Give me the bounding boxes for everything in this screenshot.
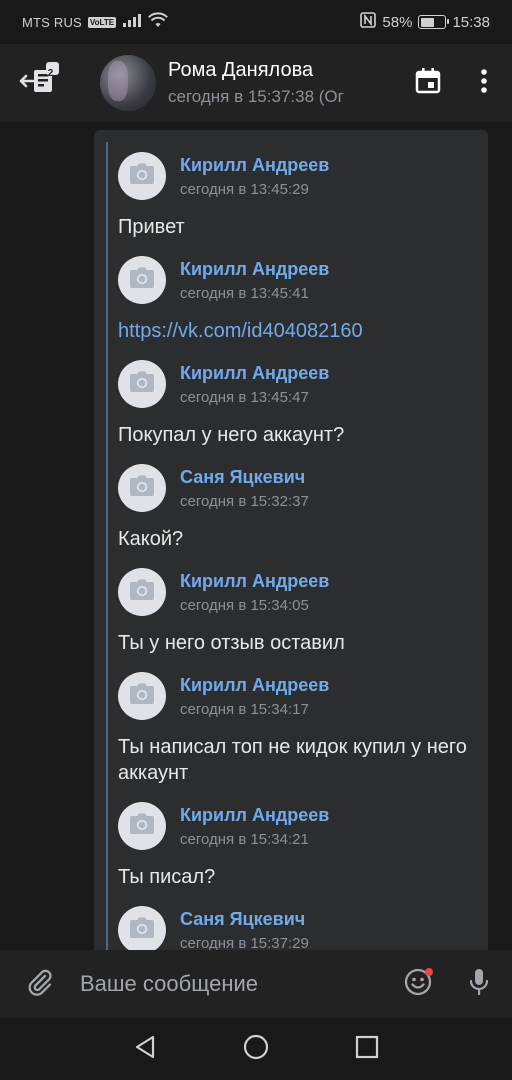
message-time: сегодня в 15:32:37 [180, 492, 309, 510]
status-bar: MTS RUS VoLTE 58% 15:38 [0, 0, 512, 44]
camera-icon [129, 683, 155, 710]
message-link[interactable]: https://vk.com/id404082160 [118, 318, 478, 344]
camera-icon [129, 475, 155, 502]
author-avatar[interactable] [118, 672, 166, 720]
author-avatar[interactable] [118, 906, 166, 950]
message-text: Какой? [118, 528, 184, 550]
volte-badge: VoLTE [87, 16, 117, 28]
emoji-button[interactable] [390, 950, 446, 1018]
author-avatar[interactable] [118, 152, 166, 200]
circle-home-icon [243, 1034, 269, 1065]
forwarded-message[interactable]: Кирилл Андреев сегодня в 13:45:29 Привет [118, 148, 478, 240]
signal-icon [122, 13, 142, 31]
message-text: Привет [118, 216, 185, 238]
carrier-name: MTS RUS [22, 14, 82, 30]
message-text: Ты у него отзыв оставил [118, 632, 345, 654]
forward-quote-line [106, 142, 108, 950]
camera-icon [129, 917, 155, 944]
nav-back-button[interactable] [115, 1019, 175, 1079]
message-time: сегодня в 15:37:29 [180, 934, 309, 951]
chat-title: Рома Данялова [168, 59, 314, 81]
author-avatar[interactable] [118, 464, 166, 512]
more-vertical-icon [480, 68, 488, 99]
back-button[interactable]: 2 [0, 44, 78, 122]
camera-icon [129, 267, 155, 294]
emoji-notification-dot [425, 968, 433, 976]
message-author[interactable]: Кирилл Андреев [180, 674, 329, 696]
camera-icon [129, 371, 155, 398]
message-author[interactable]: Кирилл Андреев [180, 154, 329, 176]
message-author[interactable]: Кирилл Андреев [180, 570, 329, 592]
forwarded-message[interactable]: Кирилл Андреев сегодня в 15:34:05 Ты у нег… [118, 564, 478, 656]
nav-recents-button[interactable] [337, 1019, 397, 1079]
attach-button[interactable] [0, 950, 80, 1018]
system-navigation-bar [0, 1018, 512, 1080]
square-recents-icon [355, 1035, 379, 1064]
message-time: сегодня в 13:45:41 [180, 284, 309, 302]
forwarded-message[interactable]: Кирилл Андреев сегодня в 15:34:17 Ты напис… [118, 668, 478, 786]
chat-area[interactable]: Кирилл Андреев сегодня в 13:45:29 Привет Ки… [0, 122, 512, 950]
message-time: сегодня в 15:34:05 [180, 596, 309, 614]
chat-title-block[interactable]: Рома Данялова сегодня в 15:37:38 (Ог [168, 59, 374, 107]
message-author[interactable]: Кирилл Андреев [180, 804, 329, 826]
back-badge: 2 [47, 68, 54, 79]
camera-icon [129, 163, 155, 190]
chat-header: 2 Рома Данялова сегодня в 15:37:38 (Ог [0, 44, 512, 122]
nfc-icon [360, 12, 377, 32]
forwarded-message[interactable]: Кирилл Андреев сегодня в 13:45:41 https://… [118, 252, 478, 344]
forwarded-message[interactable]: Саня Яцкевич сегодня в 15:37:29 [118, 902, 478, 950]
back-arrow-icon [17, 59, 61, 108]
wifi-icon [148, 12, 168, 32]
forwarded-message-list: Кирилл Андреев сегодня в 13:45:29 Привет Ки… [118, 148, 478, 950]
message-time: сегодня в 13:45:29 [180, 180, 309, 198]
message-composer [0, 950, 512, 1018]
message-time: сегодня в 15:34:21 [180, 830, 309, 848]
camera-icon [129, 579, 155, 606]
more-options-button[interactable] [456, 44, 512, 122]
battery-level [420, 17, 435, 27]
message-author[interactable]: Саня Яцкевич [180, 466, 309, 488]
forwarded-message[interactable]: Саня Яцкевич сегодня в 15:32:37 Какой? [118, 460, 478, 552]
forwarded-messages-card[interactable]: Кирилл Андреев сегодня в 13:45:29 Привет Ки… [94, 130, 488, 950]
message-time: сегодня в 15:34:17 [180, 700, 309, 718]
battery-percent: 58% [382, 13, 413, 31]
forwarded-message[interactable]: Кирилл Андреев сегодня в 13:45:47 Покупал … [118, 356, 478, 448]
avatar[interactable] [100, 55, 156, 111]
calendar-icon [414, 67, 442, 100]
camera-icon [129, 813, 155, 840]
message-author[interactable]: Кирилл Андреев [180, 258, 329, 280]
nav-home-button[interactable] [226, 1019, 286, 1079]
microphone-icon [467, 967, 491, 1002]
message-input[interactable] [80, 950, 390, 1018]
paperclip-icon [25, 967, 55, 1002]
voice-message-button[interactable] [446, 950, 512, 1018]
forwarded-message[interactable]: Кирилл Андреев сегодня в 15:34:21 Ты писал… [118, 798, 478, 890]
message-author[interactable]: Кирилл Андреев [180, 362, 329, 384]
author-avatar[interactable] [118, 360, 166, 408]
battery-icon [418, 15, 450, 29]
author-avatar[interactable] [118, 568, 166, 616]
last-seen-status: сегодня в 15:37:38 (Ог [168, 87, 344, 106]
message-text: Ты написал топ не кидок купил у него акк… [118, 736, 467, 784]
message-text: Ты писал? [118, 866, 216, 888]
calendar-button[interactable] [400, 44, 456, 122]
message-time: сегодня в 13:45:47 [180, 388, 309, 406]
message-author[interactable]: Саня Яцкевич [180, 908, 309, 930]
message-text: Покупал у него аккаунт? [118, 424, 345, 446]
author-avatar[interactable] [118, 256, 166, 304]
clock: 15:38 [452, 13, 490, 31]
triangle-back-icon [134, 1035, 156, 1064]
author-avatar[interactable] [118, 802, 166, 850]
